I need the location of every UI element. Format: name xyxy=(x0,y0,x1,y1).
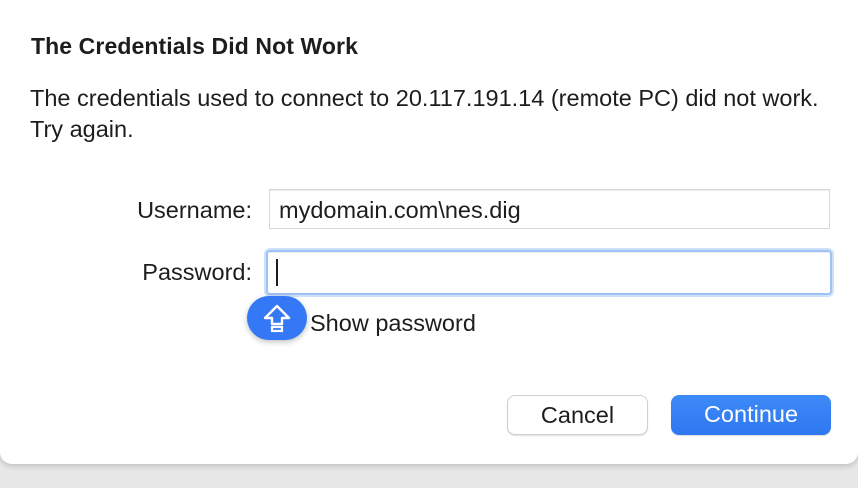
dialog-message: The credentials used to connect to 20.11… xyxy=(30,85,819,142)
caps-lock-icon xyxy=(247,296,307,340)
continue-button[interactable]: Continue xyxy=(671,395,831,435)
show-password-toggle[interactable]: Show password xyxy=(310,310,476,337)
username-field[interactable]: mydomain.com\nes.dig xyxy=(269,189,830,229)
caps-lock-arrow-icon xyxy=(263,304,291,333)
password-field[interactable] xyxy=(266,250,832,295)
cancel-button[interactable]: Cancel xyxy=(507,395,648,435)
credentials-dialog: The Credentials Did Not Work The credent… xyxy=(0,0,858,464)
text-cursor xyxy=(276,259,278,286)
dialog-title: The Credentials Did Not Work xyxy=(31,33,358,59)
username-label: Username: xyxy=(137,197,252,223)
password-label: Password: xyxy=(142,259,252,285)
